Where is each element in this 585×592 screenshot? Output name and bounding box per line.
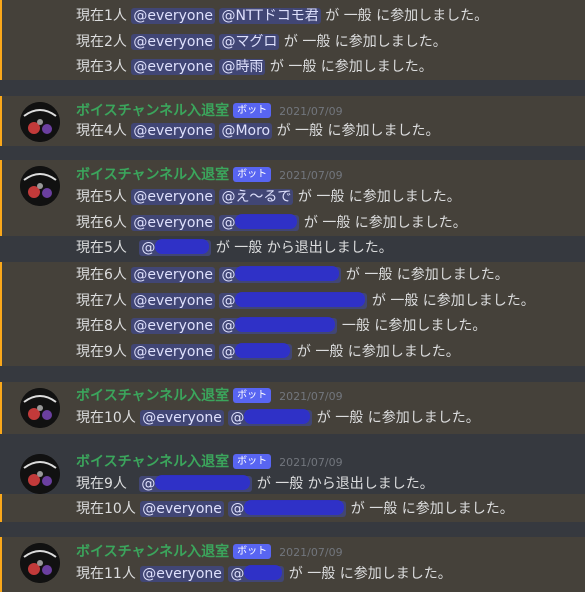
bot-avatar[interactable]: [20, 166, 60, 206]
bot-badge: ボット: [233, 544, 272, 559]
everyone-mention[interactable]: @everyone: [131, 123, 215, 139]
message-header: ボイスチャンネル入退室 ボット 2021/07/09: [76, 386, 343, 407]
redaction-scribble: [235, 214, 298, 229]
user-mention[interactable]: @: [228, 565, 285, 582]
message-feed: 現在1人 @everyone @NTTドコモ君 が 一般 に参加しました。 現在…: [0, 0, 585, 592]
message-line: 現在4人 @everyone @Moro が 一般 に参加しました。: [76, 123, 440, 139]
bot-badge: ボット: [233, 388, 272, 403]
user-mention[interactable]: @NTTドコモ君: [219, 8, 321, 24]
message-line: 現在3人 @everyone @時雨 が 一般 に参加しました。: [76, 59, 433, 75]
timestamp: 2021/07/09: [279, 390, 343, 403]
user-mention[interactable]: @マグロ: [219, 34, 280, 50]
message-header: ボイスチャンネル入退室 ボット 2021/07/09: [76, 165, 343, 186]
bot-avatar[interactable]: [20, 454, 60, 494]
message-line: 現在7人 @everyone @ が 一般 に参加しました。: [76, 292, 535, 309]
user-mention[interactable]: @: [219, 292, 368, 309]
everyone-mention[interactable]: @everyone: [131, 59, 215, 75]
user-mention[interactable]: @: [219, 214, 300, 231]
everyone-mention[interactable]: @everyone: [131, 8, 215, 24]
everyone-mention[interactable]: @everyone: [131, 34, 215, 50]
message-line: 現在11人 @everyone @ が 一般 に参加しました。: [76, 565, 452, 582]
message-header: ボイスチャンネル入退室 ボット 2021/07/09: [76, 101, 343, 122]
user-mention[interactable]: @: [219, 317, 338, 334]
redaction-scribble: [235, 317, 336, 332]
bot-badge: ボット: [233, 103, 272, 118]
bot-avatar[interactable]: [20, 388, 60, 428]
redaction-scribble: [244, 565, 283, 580]
message-line: 現在5人 @everyone @え～るで が 一般 に参加しました。: [76, 189, 461, 205]
redaction-scribble: [155, 239, 210, 254]
everyone-mention[interactable]: @everyone: [140, 501, 224, 517]
bot-username[interactable]: ボイスチャンネル入退室: [76, 454, 229, 470]
everyone-mention[interactable]: @everyone: [131, 293, 215, 309]
message-line: 現在2人 @everyone @マグロ が 一般 に参加しました。: [76, 34, 447, 50]
redaction-scribble: [235, 343, 291, 358]
everyone-mention[interactable]: @everyone: [131, 215, 215, 231]
user-mention[interactable]: @: [139, 239, 212, 256]
message-header: ボイスチャンネル入退室 ボット 2021/07/09: [76, 452, 343, 473]
user-mention[interactable]: @: [139, 475, 253, 492]
bot-badge: ボット: [233, 167, 272, 182]
redaction-scribble: [244, 409, 311, 424]
message-line: 現在1人 @everyone @NTTドコモ君 が 一般 に参加しました。: [76, 8, 489, 24]
redaction-scribble: [235, 266, 340, 281]
bot-badge: ボット: [233, 454, 272, 469]
everyone-mention[interactable]: @everyone: [131, 267, 215, 283]
everyone-mention[interactable]: @everyone: [140, 410, 224, 426]
redaction-scribble: [235, 292, 366, 307]
bot-avatar[interactable]: [20, 102, 60, 142]
bot-username[interactable]: ボイスチャンネル入退室: [76, 167, 229, 183]
timestamp: 2021/07/09: [279, 546, 343, 559]
everyone-mention[interactable]: @everyone: [131, 344, 215, 360]
bot-username[interactable]: ボイスチャンネル入退室: [76, 544, 229, 560]
message-line: 現在10人 @everyone @ が 一般 に参加しました。: [76, 500, 514, 517]
user-mention[interactable]: @Moro: [219, 123, 273, 139]
message-line: 現在5人 @ が 一般 から退出しました。: [76, 239, 393, 256]
user-mention[interactable]: @時雨: [219, 59, 266, 75]
redaction-scribble: [244, 500, 345, 515]
message-line: 現在6人 @everyone @ が 一般 に参加しました。: [76, 266, 509, 283]
message-header: ボイスチャンネル入退室 ボット 2021/07/09: [76, 542, 343, 563]
message-line: 現在10人 @everyone @ が 一般 に参加しました。: [76, 409, 480, 426]
timestamp: 2021/07/09: [279, 105, 343, 118]
user-mention[interactable]: @: [219, 343, 293, 360]
redaction-scribble: [155, 475, 251, 490]
everyone-mention[interactable]: @everyone: [140, 566, 224, 582]
message-line: 現在9人 @everyone @ が 一般 に参加しました。: [76, 343, 460, 360]
timestamp: 2021/07/09: [279, 169, 343, 182]
everyone-mention[interactable]: @everyone: [131, 189, 215, 205]
user-mention[interactable]: @え～るで: [219, 189, 294, 205]
message-line: 現在8人 @everyone @ 一般 に参加しました。: [76, 317, 487, 334]
everyone-mention[interactable]: @everyone: [131, 318, 215, 334]
bot-avatar[interactable]: [20, 543, 60, 583]
timestamp: 2021/07/09: [279, 456, 343, 469]
bot-username[interactable]: ボイスチャンネル入退室: [76, 388, 229, 404]
user-mention[interactable]: @: [219, 266, 342, 283]
message-line: 現在6人 @everyone @ が 一般 に参加しました。: [76, 214, 467, 231]
user-mention[interactable]: @: [228, 409, 313, 426]
bot-username[interactable]: ボイスチャンネル入退室: [76, 103, 229, 119]
user-mention[interactable]: @: [228, 500, 347, 517]
message-line: 現在9人 @ が 一般 から退出しました。: [76, 475, 434, 492]
